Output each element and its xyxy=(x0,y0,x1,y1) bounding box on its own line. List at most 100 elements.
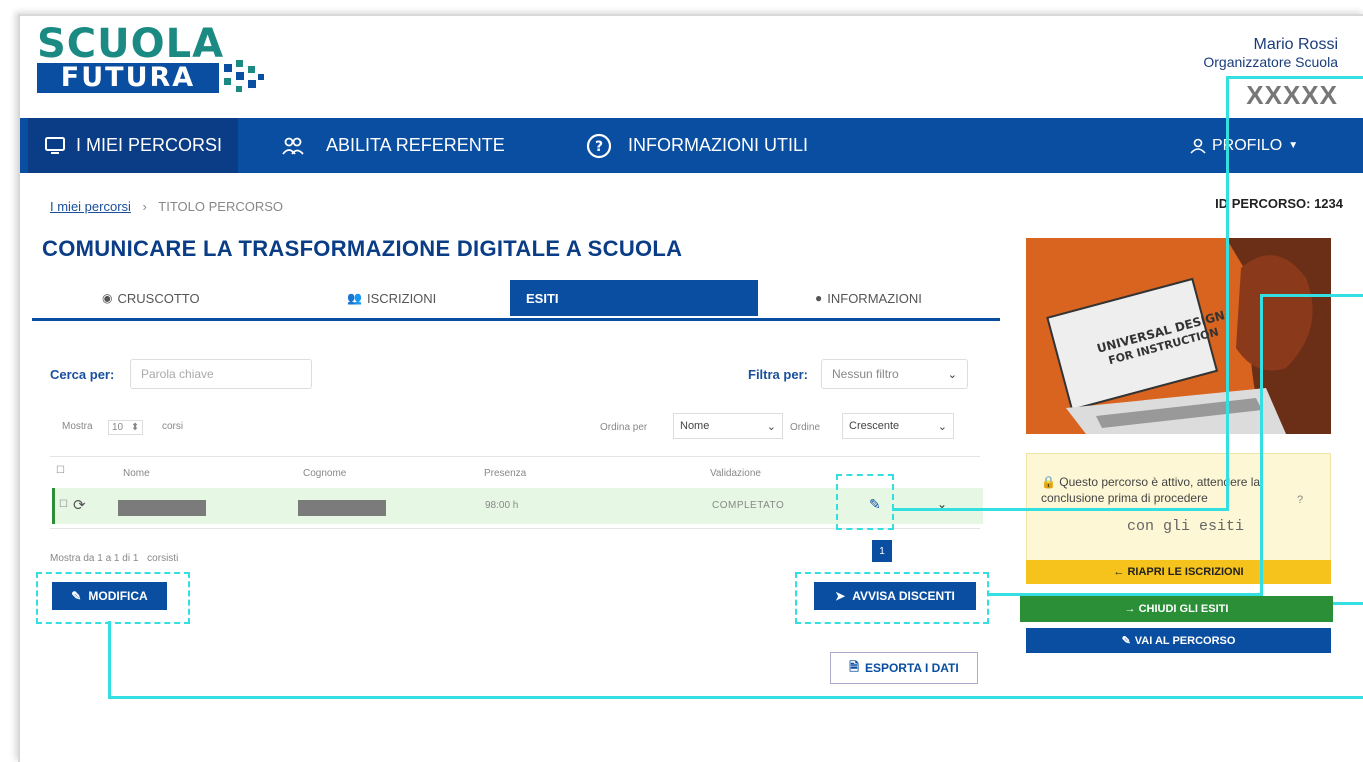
breadcrumb: I miei percorsi › TITOLO PERCORSO xyxy=(50,199,283,214)
show-suffix: corsi xyxy=(162,421,184,432)
row-presence: 98:00 h xyxy=(485,500,519,511)
nav-useful-info[interactable]: ? INFORMAZIONI UTILI xyxy=(586,118,808,173)
connector-line xyxy=(1226,76,1363,79)
connector-line xyxy=(1260,294,1263,596)
refresh-icon[interactable]: ⟳ xyxy=(73,496,86,514)
close-results-label: → CHIUDI GLI ESITI xyxy=(1124,603,1229,615)
notice-question: ? xyxy=(1297,494,1304,506)
connector-line xyxy=(892,508,1229,511)
main-navbar: I MIEI PERCORSI ABILITA REFERENTE ? INFO… xyxy=(20,118,1363,173)
file-icon: 🗎 xyxy=(849,659,859,674)
highlight-edit-icon xyxy=(836,474,894,530)
caret-down-icon: ▼ xyxy=(1288,140,1299,151)
path-id: ID PERCORSO: 1234 xyxy=(1215,196,1343,211)
go-to-path-button[interactable]: ✎ VAI AL PERCORSO xyxy=(1026,628,1331,653)
question-circle-icon: ? xyxy=(586,133,612,158)
search-input[interactable]: Parola chiave xyxy=(130,359,312,389)
notice-text: 🔒 Questo percorso è attivo, attendere la… xyxy=(1041,474,1321,506)
breadcrumb-separator: › xyxy=(142,199,147,214)
row-checkbox[interactable]: ☐ xyxy=(59,499,68,510)
course-image: UNIVERSAL DESIGN FOR INSTRUCTION xyxy=(1026,238,1331,434)
reopen-enrollments-button[interactable]: ← RIAPRI LE ISCRIZIONI xyxy=(1026,560,1331,584)
logo-dots-icon xyxy=(224,60,264,92)
user-role: Organizzatore Scuola xyxy=(1203,54,1338,70)
show-select[interactable]: 10 ⬍ xyxy=(108,420,144,435)
monitor-icon xyxy=(45,136,65,154)
breadcrumb-current: TITOLO PERCORSO xyxy=(158,199,284,214)
col-header-surname: Cognome xyxy=(303,468,347,479)
chevron-down-icon: ⌄ xyxy=(947,368,957,381)
connector-line xyxy=(108,621,111,698)
nav-profile-label: PROFILO xyxy=(1212,136,1283,154)
tab-enrollments-label: ISCRIZIONI xyxy=(366,290,437,306)
user-name: Mario Rossi xyxy=(1253,36,1338,53)
breadcrumb-home-link[interactable]: I miei percorsi xyxy=(50,199,131,214)
updown-icon: ⬍ xyxy=(130,422,140,433)
tab-enrollments[interactable]: 👥 ISCRIZIONI xyxy=(347,280,436,316)
table-divider xyxy=(50,456,980,457)
reopen-enrollments-label: ← RIAPRI LE ISCRIZIONI xyxy=(1113,566,1244,578)
connector-line xyxy=(1226,76,1229,511)
chevron-down-icon: ⌄ xyxy=(766,420,776,433)
redacted-surname xyxy=(298,500,386,516)
nav-my-paths[interactable]: I MIEI PERCORSI xyxy=(28,118,239,173)
pagination-page-1[interactable]: 1 xyxy=(872,540,892,562)
export-data-label: ESPORTA I DATI xyxy=(864,661,959,675)
tab-dashboard-label: CRUSCOTTO xyxy=(117,290,200,306)
sort-select-value: Nome xyxy=(680,420,710,432)
tab-information-label: INFORMAZIONI xyxy=(827,290,922,306)
app-window: SCUOLA FUTURA Mario Rossi Organizzatore … xyxy=(18,14,1363,762)
chevron-down-icon: ⌄ xyxy=(937,420,947,433)
table-footer: Mostra da 1 a 1 di 1 corsisti xyxy=(50,553,178,564)
connector-line xyxy=(108,696,1363,699)
nav-my-paths-label: I MIEI PERCORSI xyxy=(76,135,223,155)
show-select-value: 10 xyxy=(112,422,124,433)
highlight-notify-button xyxy=(795,572,989,624)
row-status: COMPLETATO xyxy=(712,500,785,511)
filter-select[interactable]: Nessun filtro ⌄ xyxy=(821,359,968,389)
nav-profile[interactable]: PROFILO ▼ xyxy=(1190,118,1298,173)
filter-label: Filtra per: xyxy=(748,367,808,382)
table-footer-text: Mostra da 1 a 1 di 1 xyxy=(50,553,139,564)
lock-icon: 🔒 xyxy=(1041,475,1056,489)
show-label: Mostra xyxy=(62,421,93,432)
col-header-validation: Validazione xyxy=(710,468,761,479)
col-header-presence: Presenza xyxy=(484,468,527,479)
nav-enable-referent-label: ABILITA REFERENTE xyxy=(326,135,505,155)
user-code: XXXXX xyxy=(1246,80,1338,110)
nav-useful-info-label: INFORMAZIONI UTILI xyxy=(628,135,808,155)
table-footer-suffix: corsisti xyxy=(147,553,179,564)
export-data-button[interactable]: 🗎 ESPORTA I DATI xyxy=(830,652,978,684)
order-label: Ordine xyxy=(790,422,821,433)
select-all-checkbox[interactable]: ☐ xyxy=(56,465,65,476)
tab-information[interactable]: ● INFORMAZIONI xyxy=(815,280,922,316)
notice-text-2: con gli esiti xyxy=(1127,518,1245,535)
svg-text:?: ? xyxy=(595,139,603,155)
search-placeholder: Parola chiave xyxy=(141,367,214,381)
connector-line xyxy=(1260,294,1363,297)
col-header-name: Nome xyxy=(123,468,150,479)
nav-enable-referent[interactable]: ABILITA REFERENTE xyxy=(282,118,505,173)
close-results-button[interactable]: → CHIUDI GLI ESITI xyxy=(1020,596,1333,622)
tab-bar: ◉ CRUSCOTTO 👥 ISCRIZIONI ESITI ● INFORMA… xyxy=(32,280,1000,321)
tab-results-label: ESITI xyxy=(526,290,559,306)
filter-select-value: Nessun filtro xyxy=(832,367,899,381)
tab-dashboard[interactable]: ◉ CRUSCOTTO xyxy=(102,280,200,316)
info-circle-icon: ● xyxy=(815,291,823,305)
order-select[interactable]: Crescente ⌄ xyxy=(842,413,954,439)
go-to-path-label: VAI AL PERCORSO xyxy=(1134,634,1236,647)
users-icon xyxy=(282,137,304,155)
logo-text-top: SCUOLA xyxy=(37,21,225,67)
edit-icon: ✎ xyxy=(1121,635,1131,647)
redacted-name xyxy=(118,500,206,516)
search-label: Cerca per: xyxy=(50,367,115,382)
connector-line xyxy=(988,593,1260,596)
page-title: COMUNICARE LA TRASFORMAZIONE DIGITALE A … xyxy=(42,236,683,261)
sort-label: Ordina per xyxy=(600,422,648,433)
user-icon xyxy=(1190,138,1206,154)
order-select-value: Crescente xyxy=(849,420,900,432)
logo-text-bottom: FUTURA xyxy=(37,63,219,93)
connector-line xyxy=(1333,602,1363,605)
sort-select[interactable]: Nome ⌄ xyxy=(673,413,783,439)
tab-results[interactable]: ESITI xyxy=(510,280,758,316)
